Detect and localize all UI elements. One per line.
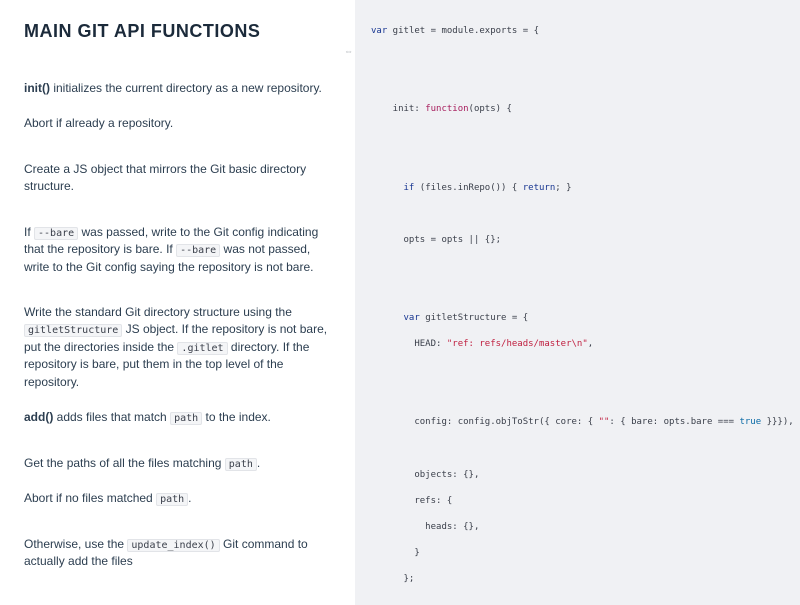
code-line: refs: {	[371, 495, 790, 508]
para-update-index: Otherwise, use the update_index() Git co…	[24, 536, 337, 571]
para-add: add() adds files that match path to the …	[24, 409, 337, 427]
para-abort-repo: Abort if already a repository.	[24, 115, 337, 132]
code-panel: var gitlet = module.exports = { init: fu…	[355, 0, 800, 605]
fn-name-add: add()	[24, 410, 53, 424]
code-line: if (files.inRepo()) { return; }	[371, 182, 790, 195]
code-line	[371, 51, 790, 64]
code-bare-1: --bare	[34, 227, 78, 240]
code-gitletstructure: gitletStructure	[24, 324, 122, 337]
para-abort-no-files: Abort if no files matched path.	[24, 490, 337, 508]
text: Write the standard Git directory structu…	[24, 305, 292, 319]
code-path-3: path	[156, 493, 188, 506]
para-structure: Write the standard Git directory structu…	[24, 304, 337, 391]
code-line	[371, 129, 790, 142]
text: .	[257, 456, 260, 470]
text: adds files that match	[53, 410, 170, 424]
text: initializes the current directory as a n…	[50, 81, 322, 95]
resize-handle-icon[interactable]: ⇔	[344, 46, 353, 56]
code-line: heads: {},	[371, 521, 790, 534]
code-line: }	[371, 547, 790, 560]
text: Get the paths of all the files matching	[24, 456, 225, 470]
code-line	[371, 390, 790, 403]
code-update-index: update_index()	[127, 539, 219, 552]
text: If	[24, 225, 34, 239]
code-line	[371, 286, 790, 299]
text: .	[188, 491, 191, 505]
para-get-paths: Get the paths of all the files matching …	[24, 455, 337, 473]
code-line	[371, 208, 790, 221]
fn-name-init: init()	[24, 81, 50, 95]
code-line: var gitlet = module.exports = {	[371, 25, 790, 38]
code-gitlet-dir: .gitlet	[177, 342, 227, 355]
code-line: HEAD: "ref: refs/heads/master\n",	[371, 338, 790, 351]
code-bare-2: --bare	[176, 244, 220, 257]
text: to the index.	[202, 410, 271, 424]
code-line: };	[371, 573, 790, 586]
para-init: init() initializes the current directory…	[24, 80, 337, 97]
code-line	[371, 364, 790, 377]
para-bare: If --bare was passed, write to the Git c…	[24, 224, 337, 276]
code-line: opts = opts || {};	[371, 234, 790, 247]
code-line	[371, 443, 790, 456]
code-line: config: config.objToStr({ core: { "": { …	[371, 416, 790, 429]
page-root: MAIN GIT API FUNCTIONS init() initialize…	[0, 0, 800, 605]
page-title: MAIN GIT API FUNCTIONS	[24, 18, 337, 44]
text: Otherwise, use the	[24, 537, 127, 551]
code-line: objects: {},	[371, 469, 790, 482]
code-line	[371, 260, 790, 273]
text: Abort if no files matched	[24, 491, 156, 505]
code-line: init: function(opts) {	[371, 103, 790, 116]
code-line	[371, 77, 790, 90]
code-path-2: path	[225, 458, 257, 471]
para-create-js: Create a JS object that mirrors the Git …	[24, 161, 337, 196]
prose-panel: MAIN GIT API FUNCTIONS init() initialize…	[0, 0, 355, 605]
code-path-1: path	[170, 412, 202, 425]
code-line: var gitletStructure = {	[371, 312, 790, 325]
code-line	[371, 599, 790, 605]
code-line	[371, 156, 790, 169]
